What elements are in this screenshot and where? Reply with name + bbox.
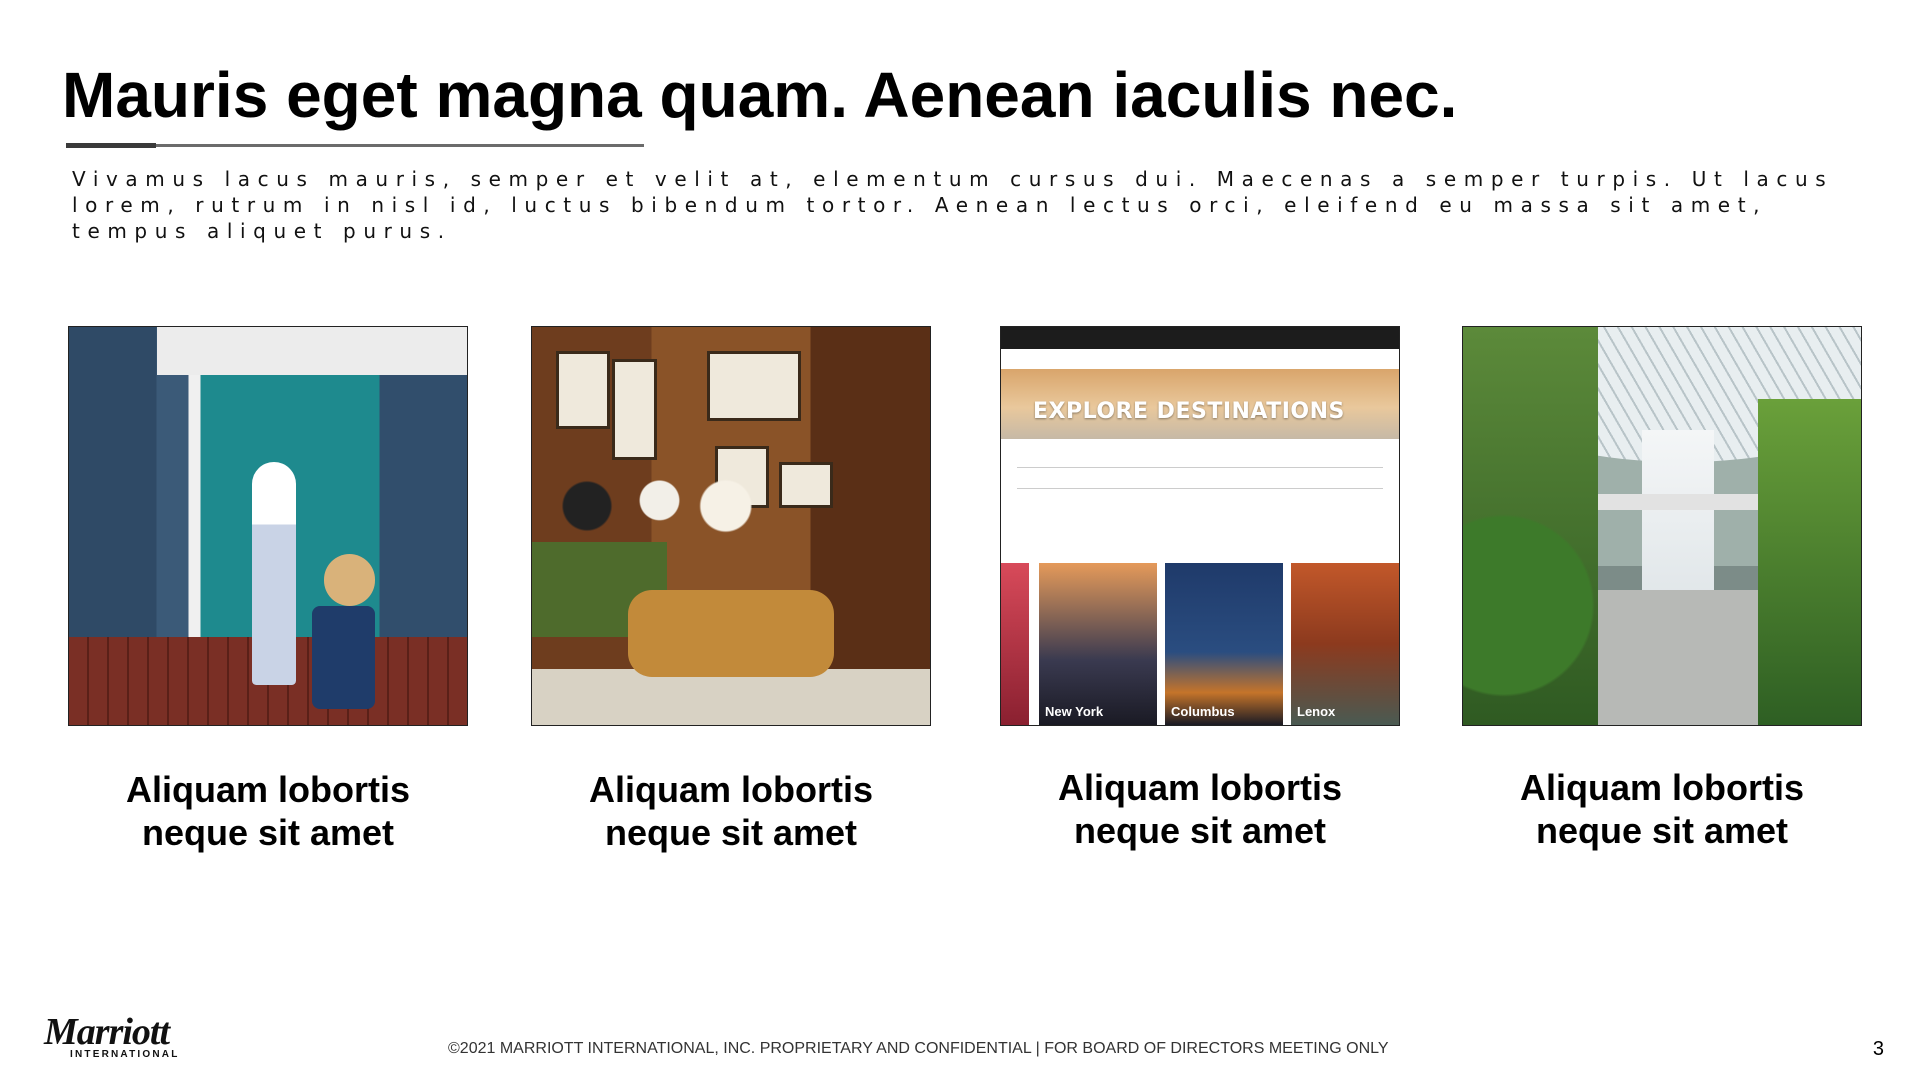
card-caption: Aliquam lobortis neque sit amet	[68, 768, 468, 854]
caption-line-2: neque sit amet	[1535, 810, 1789, 851]
caption-line-1: Aliquam lobortis	[1057, 767, 1342, 808]
city-name: Columbus	[1171, 704, 1235, 719]
title-underline	[66, 143, 644, 148]
slide-title: Mauris eget magna quam. Aenean iaculis n…	[62, 59, 1458, 131]
caption-line-2: neque sit amet	[1073, 810, 1327, 851]
slide-subtitle: Vivamus lacus mauris, semper et velit at…	[72, 167, 1834, 243]
card-1: Aliquam lobortis neque sit amet	[68, 326, 468, 854]
card-2: Aliquam lobortis neque sit amet	[531, 326, 931, 854]
confidential-notice: ©2021 MARRIOTT INTERNATIONAL, INC. PROPR…	[448, 1040, 1389, 1057]
caption-line-2: neque sit amet	[604, 812, 858, 853]
page-number: 3	[1872, 1038, 1884, 1060]
hero-heading: EXPLORE DESTINATIONS	[1033, 399, 1345, 424]
caption-line-1: Aliquam lobortis	[1519, 767, 1804, 808]
city-name: New York	[1045, 704, 1104, 719]
card-3: EXPLORE DESTINATIONS New York Columbus L…	[1000, 326, 1400, 852]
woman-at-doorway-photo	[68, 326, 468, 726]
card-caption: Aliquam lobortis neque sit amet	[531, 768, 931, 854]
indoor-waterfall-photo	[1462, 326, 1862, 726]
card-4: Aliquam lobortis neque sit amet	[1462, 326, 1862, 852]
city-name: Lenox	[1297, 704, 1336, 719]
card-caption: Aliquam lobortis neque sit amet	[1000, 766, 1400, 852]
card-caption: Aliquam lobortis neque sit amet	[1462, 766, 1862, 852]
explore-destinations-website-screenshot: EXPLORE DESTINATIONS New York Columbus L…	[1000, 326, 1400, 726]
caption-line-2: neque sit amet	[141, 812, 395, 853]
caption-line-1: Aliquam lobortis	[125, 769, 410, 810]
caption-line-1: Aliquam lobortis	[588, 769, 873, 810]
hotel-lounge-photo	[531, 326, 931, 726]
marriott-logo: Marriott INTERNATIONAL	[44, 1011, 180, 1060]
